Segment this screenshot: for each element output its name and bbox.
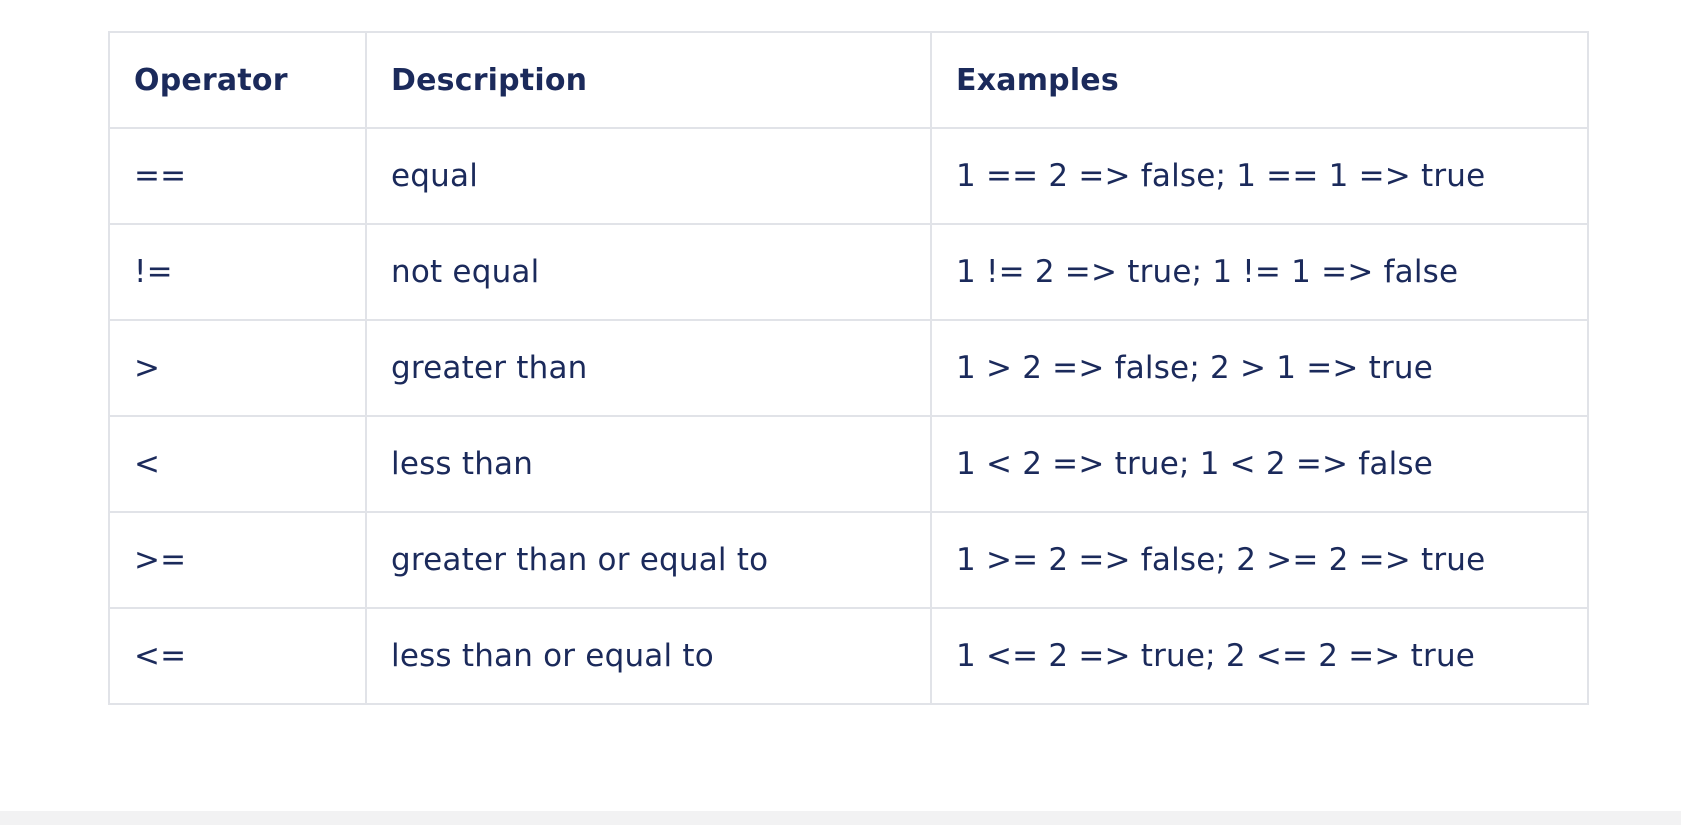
operator-cell: > [108,319,367,417]
operator-cell: <= [108,607,367,705]
description-cell: greater than or equal to [365,511,932,609]
examples-cell: 1 == 2 => false; 1 == 1 => true [930,127,1589,225]
operators-table-container: Operator Description Examples == equal 1… [108,31,1589,705]
examples-cell: 1 > 2 => false; 2 > 1 => true [930,319,1589,417]
table-header-row: Operator Description Examples [108,31,1589,129]
examples-cell: 1 < 2 => true; 1 < 2 => false [930,415,1589,513]
footer-band [0,811,1681,825]
examples-cell: 1 != 2 => true; 1 != 1 => false [930,223,1589,321]
comparison-operators-table: Operator Description Examples == equal 1… [108,31,1589,705]
table-row: == equal 1 == 2 => false; 1 == 1 => true [108,127,1589,225]
description-cell: less than [365,415,932,513]
operator-cell: != [108,223,367,321]
description-cell: less than or equal to [365,607,932,705]
table-row: > greater than 1 > 2 => false; 2 > 1 => … [108,319,1589,417]
operator-cell: == [108,127,367,225]
examples-cell: 1 >= 2 => false; 2 >= 2 => true [930,511,1589,609]
header-examples: Examples [930,31,1589,129]
header-description: Description [365,31,932,129]
description-cell: equal [365,127,932,225]
table-row: <= less than or equal to 1 <= 2 => true;… [108,607,1589,705]
operator-cell: < [108,415,367,513]
description-cell: greater than [365,319,932,417]
operator-cell: >= [108,511,367,609]
table-row: < less than 1 < 2 => true; 1 < 2 => fals… [108,415,1589,513]
table-row: != not equal 1 != 2 => true; 1 != 1 => f… [108,223,1589,321]
examples-cell: 1 <= 2 => true; 2 <= 2 => true [930,607,1589,705]
header-operator: Operator [108,31,367,129]
description-cell: not equal [365,223,932,321]
table-row: >= greater than or equal to 1 >= 2 => fa… [108,511,1589,609]
